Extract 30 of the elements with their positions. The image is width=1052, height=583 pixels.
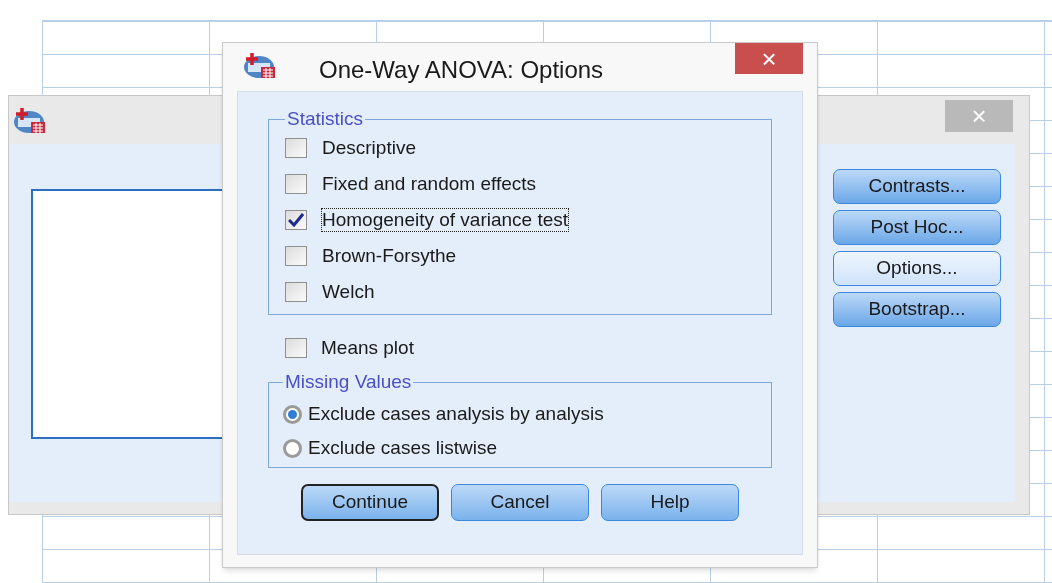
dialog-button[interactable]: Help bbox=[601, 484, 739, 521]
app-icon bbox=[13, 106, 47, 134]
checkbox-label[interactable]: Brown-Forsythe bbox=[321, 244, 458, 268]
close-button[interactable]: × bbox=[735, 43, 803, 74]
group-legend: Missing Values bbox=[283, 371, 414, 393]
dialog-button[interactable]: Cancel bbox=[451, 484, 589, 521]
radio-label[interactable]: Exclude cases listwise bbox=[308, 437, 498, 459]
checkbox-label[interactable]: Homogeneity of variance test bbox=[321, 208, 570, 232]
radio-label[interactable]: Exclude cases analysis by analysis bbox=[308, 403, 604, 425]
checkmark-icon bbox=[288, 213, 304, 227]
checkbox[interactable] bbox=[285, 138, 307, 158]
group-legend: Statistics bbox=[285, 108, 366, 130]
dialog-button[interactable]: Post Hoc... bbox=[833, 210, 1001, 245]
checkbox[interactable] bbox=[285, 210, 307, 230]
checkbox[interactable] bbox=[285, 338, 307, 358]
dialog-button[interactable]: Continue bbox=[301, 484, 439, 521]
radio-button[interactable] bbox=[283, 404, 302, 424]
radio-button[interactable] bbox=[283, 438, 302, 458]
checkbox-label[interactable]: Means plot bbox=[321, 337, 414, 359]
checkbox[interactable] bbox=[285, 246, 307, 266]
dialog-button[interactable]: Bootstrap... bbox=[833, 292, 1001, 327]
window-title: One-Way ANOVA: Options bbox=[319, 55, 604, 85]
checkbox-label[interactable]: Fixed and random effects bbox=[321, 172, 538, 196]
checkbox-label[interactable]: Welch bbox=[321, 280, 376, 304]
dialog-button[interactable]: Options... bbox=[833, 251, 1001, 286]
checkbox[interactable] bbox=[285, 174, 307, 194]
checkbox[interactable] bbox=[285, 282, 307, 302]
dialog-button[interactable]: Contrasts... bbox=[833, 169, 1001, 204]
app-icon bbox=[243, 51, 277, 79]
checkbox-label[interactable]: Descriptive bbox=[321, 136, 417, 160]
